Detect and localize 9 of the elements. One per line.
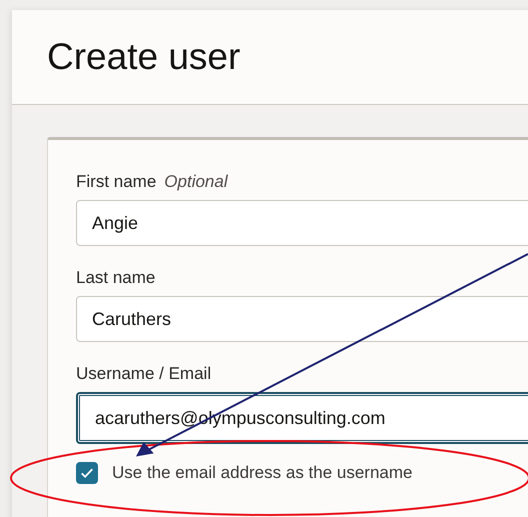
field-label: First name [76,172,156,192]
page-title: Create user [47,36,240,78]
optional-hint: Optional [164,172,228,192]
input-field[interactable]: Angie [76,200,528,246]
input-field[interactable]: Caruthers [76,296,528,342]
checkbox-label: Use the email address as the username [112,463,412,483]
field-label: Username / Email [76,364,212,384]
field-label: Last name [76,268,156,288]
checkbox[interactable] [76,462,98,484]
